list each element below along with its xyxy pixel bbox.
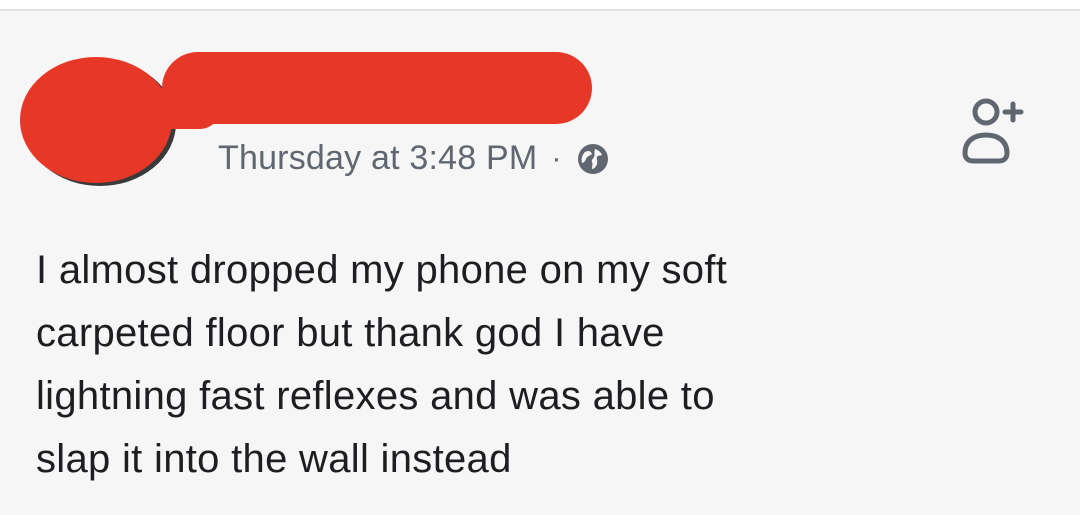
top-divider [0,0,1080,11]
author-name-redacted[interactable] [162,52,592,124]
globe-icon[interactable] [576,142,610,176]
screenshot-frame: Thursday at 3:48 PM · I almost dropped m… [0,0,1080,515]
post-text-line: I almost dropped my phone on my soft [36,248,728,292]
post-body: I almost dropped my phone on my soft car… [36,239,1036,491]
post-text-line: lightning fast reflexes and was able to [36,374,715,418]
post-text-line: carpeted floor but thank god I have [36,311,665,355]
avatar-redacted[interactable] [20,57,172,183]
post-meta: Thursday at 3:48 PM · [218,139,610,178]
post-card: Thursday at 3:48 PM · I almost dropped m… [0,11,1080,515]
post-text-line: slap it into the wall instead [36,437,512,481]
post-timestamp[interactable]: Thursday at 3:48 PM [218,139,537,178]
add-friend-icon[interactable] [955,95,1029,171]
meta-separator: · [551,141,562,175]
